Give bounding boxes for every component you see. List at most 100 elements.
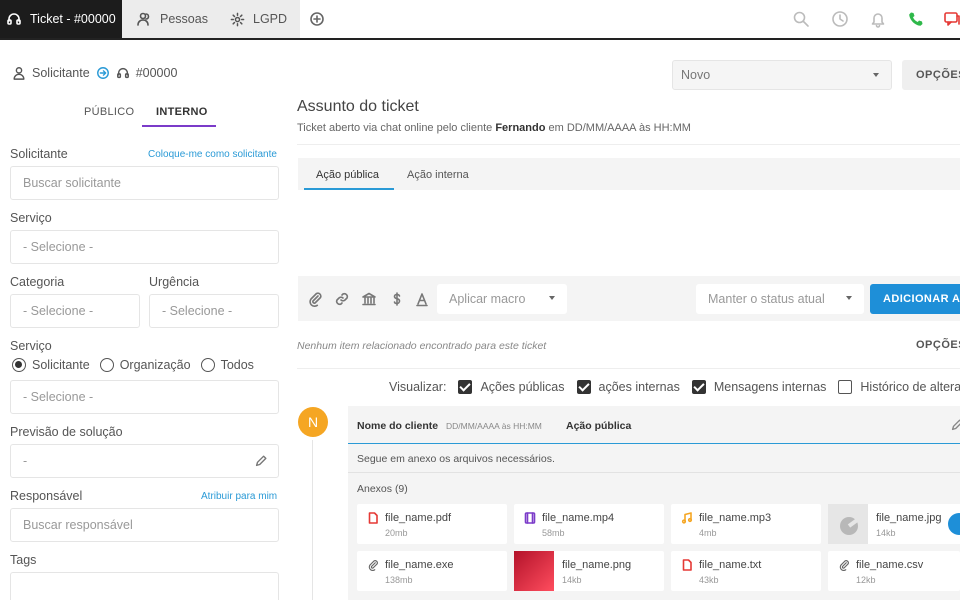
responsible-search-input[interactable]: Buscar responsável bbox=[10, 508, 279, 542]
file-text-icon bbox=[681, 559, 693, 571]
attachment-name: file_name.csv bbox=[856, 559, 924, 571]
people-icon bbox=[136, 11, 152, 27]
radio-organizacao[interactable] bbox=[99, 358, 114, 372]
editor-textarea[interactable] bbox=[298, 190, 960, 276]
servico2-select[interactable]: - Selecione - bbox=[10, 380, 279, 414]
music-note-icon bbox=[681, 512, 693, 524]
divider bbox=[297, 368, 960, 369]
image-thumbnail bbox=[828, 504, 868, 544]
paperclip-icon[interactable] bbox=[307, 291, 323, 307]
attachment-png[interactable]: file_name.png 14kb bbox=[514, 551, 664, 591]
attachment-size: 58mb bbox=[542, 528, 565, 538]
ticket-subtitle: Ticket aberto via chat online pelo clien… bbox=[297, 122, 691, 134]
view-label: Visualizar: bbox=[389, 380, 447, 394]
divider bbox=[348, 472, 960, 473]
tab-ticket[interactable]: Ticket - #00000 bbox=[0, 0, 122, 38]
tab-publico[interactable]: PÚBLICO bbox=[84, 106, 134, 118]
servico-scope-radios: Solicitante Organização Todos bbox=[12, 358, 254, 372]
options-button[interactable]: OPÇÕES bbox=[902, 60, 960, 90]
attachments-title: Anexos (9) bbox=[357, 483, 408, 495]
topbar-divider bbox=[0, 38, 960, 40]
download-icon[interactable] bbox=[948, 513, 960, 535]
attachment-mp3[interactable]: file_name.mp3 4mb bbox=[671, 504, 821, 544]
macro-select[interactable]: Aplicar macro bbox=[437, 284, 567, 314]
tab-lgpd[interactable]: LGPD bbox=[218, 0, 300, 38]
tab-public-action[interactable]: Ação pública bbox=[316, 169, 379, 181]
related-options-button[interactable]: OPÇÕES bbox=[916, 339, 960, 351]
file-pdf-icon bbox=[367, 512, 379, 524]
checkbox-public-actions[interactable] bbox=[458, 380, 473, 394]
pencil-icon[interactable] bbox=[254, 454, 268, 468]
public-actions-label: Ações públicas bbox=[480, 380, 565, 394]
tab-ticket-label: Ticket - #00000 bbox=[30, 12, 116, 26]
bell-icon[interactable] bbox=[869, 10, 887, 28]
attachment-size: 138mb bbox=[385, 575, 413, 585]
status-after-action-select[interactable]: Manter o status atual bbox=[696, 284, 864, 314]
tab-pessoas[interactable]: Pessoas bbox=[122, 0, 218, 38]
attachment-txt[interactable]: file_name.txt 43kb bbox=[671, 551, 821, 591]
urgencia-select[interactable]: - Selecione - bbox=[149, 294, 279, 328]
tab-interno[interactable]: INTERNO bbox=[156, 106, 208, 118]
add-tab-button[interactable] bbox=[300, 0, 334, 38]
servico-label: Serviço bbox=[10, 211, 52, 225]
chevron-down-icon bbox=[846, 296, 852, 300]
dollar-icon[interactable] bbox=[389, 291, 405, 307]
text-format-icon[interactable] bbox=[414, 291, 430, 307]
breadcrumb-solicitante[interactable]: Solicitante bbox=[32, 66, 90, 80]
no-related-items-text: Nenhum item relacionado encontrado para … bbox=[297, 340, 547, 352]
status-select[interactable]: Novo bbox=[672, 60, 892, 90]
servico-select[interactable]: - Selecione - bbox=[10, 230, 279, 264]
bank-icon[interactable] bbox=[361, 291, 377, 307]
history-label: Histórico de alterações bbox=[860, 380, 960, 394]
search-icon[interactable] bbox=[792, 10, 810, 28]
card-client-name: Nome do cliente bbox=[357, 420, 439, 432]
attachment-size: 14kb bbox=[876, 528, 896, 538]
subtitle-suffix: em DD/MM/AAAA às HH:MM bbox=[545, 122, 691, 134]
attachment-exe[interactable]: file_name.exe 138mb bbox=[357, 551, 507, 591]
paperclip-icon bbox=[838, 559, 850, 571]
attachment-csv[interactable]: file_name.csv 12kb bbox=[828, 551, 960, 591]
ticket-subject: Assunto do ticket bbox=[297, 98, 419, 115]
tab-interno-indicator bbox=[142, 125, 216, 127]
attachment-name: file_name.txt bbox=[699, 559, 762, 571]
user-icon bbox=[12, 66, 26, 80]
categoria-select[interactable]: - Selecione - bbox=[10, 294, 140, 328]
responsavel-label: Responsável bbox=[10, 489, 83, 503]
radio-solicitante[interactable] bbox=[12, 358, 26, 372]
attachment-mp4[interactable]: file_name.mp4 58mb bbox=[514, 504, 664, 544]
divider bbox=[297, 144, 960, 145]
checkbox-internal-messages[interactable] bbox=[691, 380, 706, 394]
attachment-name: file_name.exe bbox=[385, 559, 454, 571]
avatar: N bbox=[298, 407, 328, 437]
checkbox-internal-actions[interactable] bbox=[576, 380, 591, 394]
previsao-input[interactable]: - bbox=[10, 444, 279, 478]
radio-todos[interactable] bbox=[200, 358, 215, 372]
pencil-icon[interactable] bbox=[950, 418, 960, 432]
link-icon[interactable] bbox=[334, 291, 350, 307]
phone-icon[interactable] bbox=[907, 10, 925, 28]
solicitante-label: Solicitante bbox=[10, 147, 68, 161]
attachment-size: 12kb bbox=[856, 575, 876, 585]
subtitle-prefix: Ticket aberto via chat online pelo clien… bbox=[297, 122, 496, 134]
assign-me-requester-link[interactable]: Coloque-me como solicitante bbox=[148, 149, 277, 160]
attachment-size: 20mb bbox=[385, 528, 408, 538]
timeline-line bbox=[312, 440, 313, 600]
tab-pessoas-label: Pessoas bbox=[160, 12, 208, 26]
assign-to-me-link[interactable]: Atribuir para mim bbox=[201, 491, 277, 502]
tags-input[interactable] bbox=[10, 572, 279, 600]
requester-search-input[interactable]: Buscar solicitante bbox=[10, 166, 279, 200]
add-action-button[interactable]: ADICIONAR AÇÃO bbox=[870, 284, 960, 314]
macro-value: Aplicar macro bbox=[449, 292, 526, 306]
clock-icon[interactable] bbox=[831, 10, 849, 28]
checkbox-history[interactable] bbox=[838, 380, 853, 394]
chevron-down-icon bbox=[549, 296, 555, 300]
attachment-pdf[interactable]: file_name.pdf 20mb bbox=[357, 504, 507, 544]
chat-alert-icon[interactable] bbox=[943, 10, 960, 28]
attachment-jpg[interactable]: file_name.jpg 14kb bbox=[828, 504, 960, 544]
headset-icon bbox=[116, 66, 130, 80]
radio-organizacao-label: Organização bbox=[119, 358, 191, 372]
view-filters: Visualizar: Ações públicas ações interna… bbox=[389, 380, 960, 394]
tab-internal-action[interactable]: Ação interna bbox=[407, 169, 469, 181]
top-tab-bar: Ticket - #00000 Pessoas LGPD bbox=[0, 0, 960, 38]
status-value: Novo bbox=[681, 68, 711, 82]
